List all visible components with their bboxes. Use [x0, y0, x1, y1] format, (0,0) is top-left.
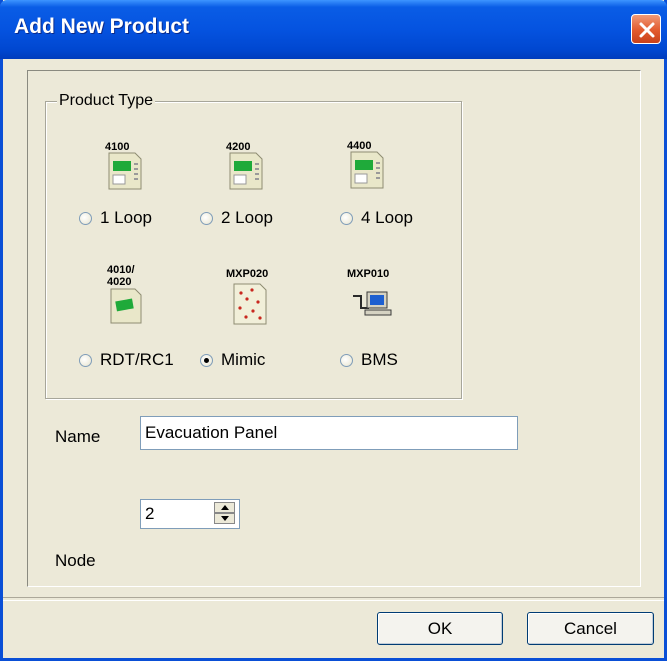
radio-2-loop-circle[interactable] [200, 211, 213, 225]
radio-1-loop-label: 1 Loop [100, 208, 152, 227]
icon-caption-4010-line1: 4010/ [107, 264, 135, 276]
radio-bms-circle[interactable] [340, 353, 353, 367]
product-type-legend: Product Type [57, 92, 155, 110]
icon-caption-4400: 4400 [347, 140, 371, 152]
radio-rdt-rc1-label: RDT/RC1 [100, 350, 174, 369]
radio-2-loop[interactable]: 2 Loop [200, 208, 273, 228]
radio-4-loop-label: 4 Loop [361, 208, 413, 227]
node-spinner[interactable] [214, 502, 235, 526]
radio-mimic-circle[interactable] [200, 353, 213, 367]
arrow-down-icon [220, 516, 229, 521]
dialog-divider [3, 597, 664, 601]
radio-1-loop-circle[interactable] [79, 211, 92, 225]
ok-button[interactable]: OK [377, 612, 503, 645]
radio-bms-label: BMS [361, 350, 398, 369]
name-input[interactable] [140, 416, 518, 450]
icon-caption-4010-line2: 4020 [107, 276, 131, 288]
panel-4400-icon: 4400 [347, 140, 384, 189]
node-label: Node [55, 551, 96, 570]
icon-caption-4100: 4100 [105, 141, 129, 153]
radio-bms[interactable]: BMS [340, 350, 398, 370]
spin-up-button[interactable] [214, 502, 235, 513]
radio-1-loop[interactable]: 1 Loop [79, 208, 152, 228]
icon-caption-mxp010: MXP010 [347, 268, 389, 280]
radio-mimic[interactable]: Mimic [200, 350, 265, 370]
window-title: Add New Product [14, 15, 190, 38]
radio-4-loop[interactable]: 4 Loop [340, 208, 413, 228]
title-bar[interactable]: Add New Product [0, 0, 667, 59]
radio-rdt-rc1-circle[interactable] [79, 353, 92, 367]
rdt-4010-4020-icon: 4010/ 4020 [107, 264, 142, 324]
add-new-product-dialog: Add New Product Product Type 4100 4200 4 [0, 0, 667, 661]
icon-caption-mxp020: MXP020 [226, 268, 268, 280]
radio-rdt-rc1[interactable]: RDT/RC1 [79, 350, 174, 370]
arrow-up-icon [220, 505, 229, 510]
panel-4200-icon: 4200 [226, 141, 263, 190]
bms-mxp010-icon: MXP010 [347, 268, 392, 316]
mimic-mxp020-icon: MXP020 [226, 268, 268, 325]
panel-4100-icon: 4100 [105, 141, 142, 190]
close-button[interactable] [631, 14, 661, 44]
cancel-button[interactable]: Cancel [527, 612, 654, 645]
icon-caption-4200: 4200 [226, 141, 250, 153]
radio-mimic-label: Mimic [221, 350, 266, 369]
name-label: Name [55, 427, 101, 446]
dialog-client-area: Product Type 4100 4200 4400 1 Loop 2 Loo… [3, 59, 664, 658]
close-icon [639, 22, 655, 38]
radio-2-loop-label: 2 Loop [221, 208, 273, 227]
spin-down-button[interactable] [214, 513, 235, 524]
radio-4-loop-circle[interactable] [340, 211, 353, 225]
